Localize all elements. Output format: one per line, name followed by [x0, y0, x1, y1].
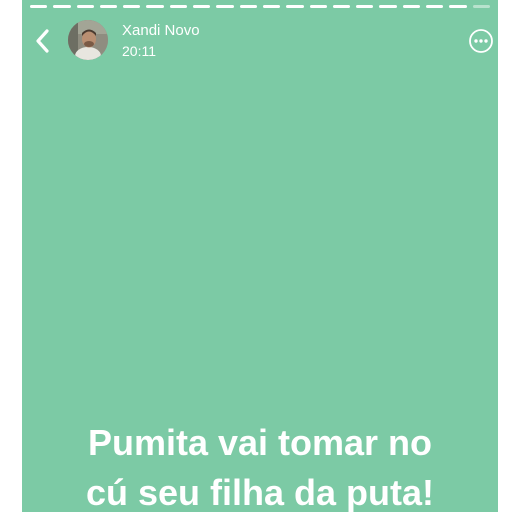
caption-line-1: Pumita vai tomar no [87, 422, 433, 463]
progress-segment [379, 5, 397, 8]
progress-segment [169, 5, 188, 8]
progress-segment [402, 5, 421, 8]
progress-segment [53, 5, 71, 8]
progress-segment [99, 5, 118, 8]
story-progress-bar [30, 5, 490, 8]
progress-segment [426, 5, 444, 8]
progress-segment [123, 5, 141, 8]
progress-segment [286, 5, 304, 8]
avatar[interactable] [68, 20, 108, 60]
back-button[interactable] [32, 26, 54, 56]
timestamp: 20:11 [122, 43, 156, 59]
progress-segment [332, 5, 351, 8]
progress-segment [356, 5, 374, 8]
progress-segment [449, 5, 467, 8]
progress-segment [76, 5, 94, 8]
progress-segment [262, 5, 281, 8]
story-caption: Pumita vai tomar no cú seu filha da puta… [22, 418, 498, 512]
story-header: Xandi Novo 20:11 [22, 18, 498, 66]
username[interactable]: Xandi Novo [122, 22, 200, 39]
chevron-left-icon [36, 29, 49, 53]
more-options-button[interactable] [468, 28, 494, 54]
progress-segment [193, 5, 211, 8]
progress-segment [309, 5, 327, 8]
progress-segment [30, 5, 48, 8]
progress-segment [146, 5, 164, 8]
progress-segment [239, 5, 257, 8]
progress-segment [472, 5, 490, 8]
story-viewer[interactable]: Xandi Novo 20:11 Pumita vai tomar no cú … [22, 0, 498, 512]
caption-line-2: cú seu filha da puta! [85, 472, 435, 512]
more-options-icon [469, 29, 493, 53]
user-photo [68, 20, 108, 60]
progress-segment [216, 5, 234, 8]
